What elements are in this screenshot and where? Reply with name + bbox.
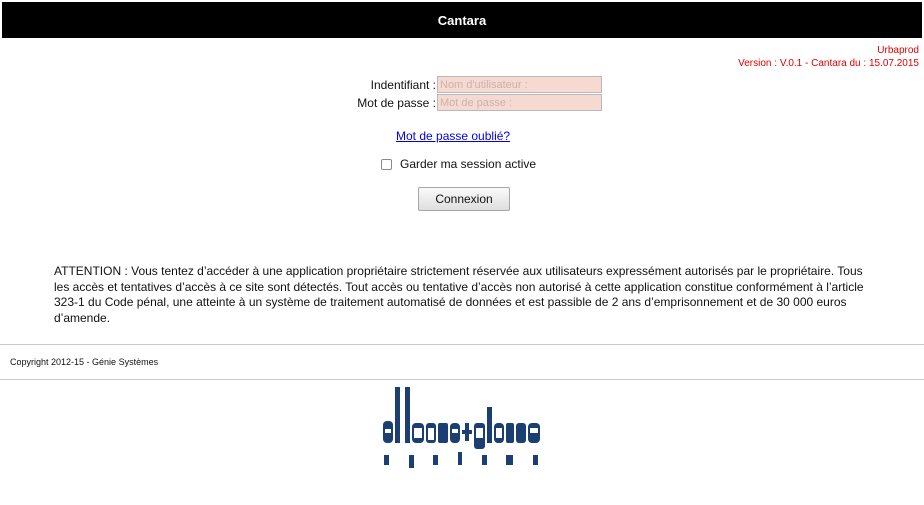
footer-divider-top: [0, 344, 924, 345]
forgot-password-link[interactable]: Mot de passe oublié?: [396, 129, 510, 143]
username-row: Indentifiant :: [316, 76, 602, 93]
username-input[interactable]: [437, 76, 602, 93]
company-logo: [383, 385, 543, 470]
version-number: Version : V.0.1 - Cantara du : 15.07.201…: [738, 58, 919, 69]
header-bar: Cantara: [2, 2, 922, 38]
legal-warning: ATTENTION : Vous tentez d’accéder à une …: [54, 264, 864, 325]
version-info: Urbaprod Version : V.0.1 - Cantara du : …: [738, 44, 919, 70]
app-title: Cantara: [437, 12, 487, 28]
login-button[interactable]: Connexion: [418, 187, 510, 211]
footer-divider-bottom: [0, 379, 924, 380]
remember-label: Garder ma session active: [400, 157, 537, 171]
username-label: Indentifiant :: [370, 77, 436, 92]
version-app-name: Urbaprod: [877, 45, 919, 56]
password-row: Mot de passe :: [316, 94, 602, 111]
password-label: Mot de passe :: [357, 95, 436, 110]
copyright-text: Copyright 2012-15 - Génie Systèmes: [10, 357, 159, 367]
password-input[interactable]: [437, 94, 602, 111]
remember-checkbox[interactable]: [381, 158, 392, 170]
remember-session[interactable]: Garder ma session active: [381, 157, 536, 171]
